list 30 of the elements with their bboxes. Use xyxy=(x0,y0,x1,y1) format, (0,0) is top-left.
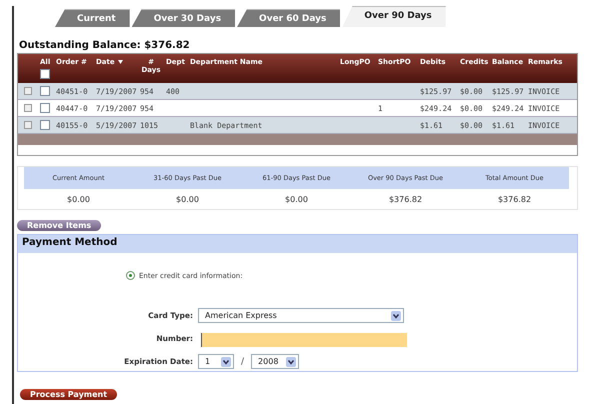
card-type-select[interactable]: American Express xyxy=(198,308,404,323)
expand-icon[interactable] xyxy=(24,87,32,95)
radio-button[interactable] xyxy=(126,271,135,280)
tab[interactable]: Over 60 Days xyxy=(237,9,340,27)
process-payment-button[interactable]: Process Payment xyxy=(20,389,118,400)
select-all-checkbox[interactable] xyxy=(40,69,50,79)
dropdown-arrow-icon xyxy=(286,356,296,366)
summary-value: $376.82 xyxy=(388,194,424,204)
tab[interactable]: Over 30 Days xyxy=(132,9,236,27)
summary-value: $0.00 xyxy=(66,194,91,204)
row-checkbox[interactable] xyxy=(40,86,50,96)
expand-icon[interactable] xyxy=(24,121,32,129)
number-field[interactable] xyxy=(201,332,407,346)
summary-value: $0.00 xyxy=(175,194,200,204)
tab[interactable]: Over 90 Days xyxy=(342,6,446,27)
outstanding-balance: Outstanding Balance: $376.82 xyxy=(18,39,191,53)
row-checkbox[interactable] xyxy=(40,103,50,113)
row-checkbox[interactable] xyxy=(40,120,50,130)
year-select[interactable]: 2008 xyxy=(251,354,300,369)
month-select[interactable]: 1 xyxy=(198,354,234,369)
sort-down-icon xyxy=(118,60,123,64)
summary-value: $376.82 xyxy=(496,194,532,204)
section-header: Payment Method xyxy=(18,235,577,253)
tab[interactable]: Current xyxy=(55,9,130,27)
date-separator: / xyxy=(241,356,244,366)
expand-icon[interactable] xyxy=(24,104,32,112)
remove-items-button[interactable]: Remove Items xyxy=(17,220,102,231)
dropdown-arrow-icon xyxy=(221,356,231,366)
dropdown-arrow-icon xyxy=(391,310,401,320)
summary-value: $0.00 xyxy=(284,194,309,204)
